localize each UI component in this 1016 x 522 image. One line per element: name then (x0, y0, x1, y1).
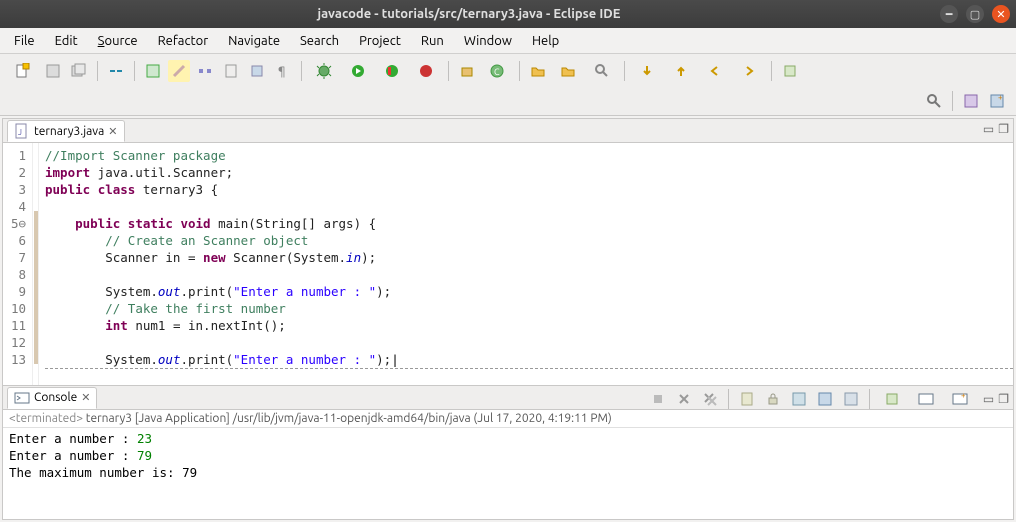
line-number-gutter: 12345⊖678910111213 (3, 143, 33, 385)
main-toolbar: ¶ C + (0, 54, 1016, 116)
console-icon (14, 390, 30, 406)
editor-tab-ternary3[interactable]: J ternary3.java ✕ (7, 120, 125, 142)
menu-source[interactable]: Source (90, 32, 146, 50)
save-all-button[interactable] (68, 60, 90, 82)
code-editor[interactable]: 12345⊖678910111213 //Import Scanner pack… (3, 143, 1013, 385)
prev-annotation-button[interactable] (666, 60, 696, 82)
terminate-button[interactable] (647, 388, 669, 410)
next-annotation-button[interactable] (632, 60, 662, 82)
console-tab-close-icon[interactable]: ✕ (81, 391, 90, 404)
console-terminated-label: <terminated> (9, 412, 83, 425)
run-button[interactable] (343, 60, 373, 82)
console-tab-label: Console (34, 391, 77, 404)
window-titlebar: javacode - tutorials/src/ternary3.java -… (0, 0, 1016, 28)
debug-button[interactable] (309, 60, 339, 82)
pin-editor-button[interactable] (779, 60, 801, 82)
highlight-button[interactable] (168, 60, 190, 82)
open-perspective-button[interactable]: + (986, 90, 1008, 112)
new-class-button[interactable]: C (482, 60, 512, 82)
console-tab[interactable]: Console ✕ (7, 387, 97, 409)
scroll-lock-button[interactable] (762, 388, 784, 410)
code-content[interactable]: //Import Scanner packageimport java.util… (39, 143, 1013, 385)
perspective-java-button[interactable] (960, 90, 982, 112)
menu-refactor[interactable]: Refactor (150, 32, 217, 50)
open-project-button[interactable] (553, 60, 583, 82)
link-editor-button[interactable] (105, 60, 127, 82)
svg-text:J: J (18, 128, 22, 137)
new-button[interactable] (8, 60, 38, 82)
forward-button[interactable] (734, 60, 764, 82)
display-selected-console-button[interactable] (911, 388, 941, 410)
toggle-mark-button[interactable] (220, 60, 242, 82)
close-button[interactable]: ✕ (992, 5, 1010, 23)
show-whitespace-button[interactable]: ¶ (272, 60, 294, 82)
search-dropdown-button[interactable] (587, 60, 617, 82)
svg-text:+: + (998, 93, 1003, 102)
svg-text:+: + (961, 391, 966, 400)
java-file-icon: J (14, 123, 30, 139)
menu-search[interactable]: Search (292, 32, 347, 50)
menu-project[interactable]: Project (351, 32, 409, 50)
maximize-button[interactable]: ▢ (966, 5, 984, 23)
coverage-button[interactable] (377, 60, 407, 82)
back-button[interactable] (700, 60, 730, 82)
block-select-button[interactable] (246, 60, 268, 82)
menu-help[interactable]: Help (524, 32, 567, 50)
open-console-button[interactable]: + (945, 388, 975, 410)
new-package-button[interactable] (456, 60, 478, 82)
clear-console-button[interactable] (736, 388, 758, 410)
console-toolbar: + ▭ ❐ (645, 388, 1009, 410)
save-button[interactable] (42, 60, 64, 82)
window-title: javacode - tutorials/src/ternary3.java -… (6, 7, 932, 21)
pin-console-button[interactable] (877, 388, 907, 410)
minimize-pane-icon[interactable]: ▭ (983, 122, 994, 136)
show-console-on-out-button[interactable] (814, 388, 836, 410)
console-maximize-icon[interactable]: ❐ (998, 392, 1009, 406)
toggle-breadcrumb-button[interactable] (194, 60, 216, 82)
editor-area: J ternary3.java ✕ ▭ ❐ 12345⊖678910111213… (2, 118, 1014, 520)
minimize-button[interactable]: ━ (940, 5, 958, 23)
show-console-on-err-button[interactable] (840, 388, 862, 410)
menu-run[interactable]: Run (413, 32, 452, 50)
open-folder-button[interactable] (527, 60, 549, 82)
console-status-text: ternary3 [Java Application] /usr/lib/jvm… (86, 412, 612, 425)
word-wrap-button[interactable] (788, 388, 810, 410)
console-minimize-icon[interactable]: ▭ (983, 392, 994, 406)
svg-text:¶: ¶ (278, 65, 286, 78)
open-type-button[interactable] (142, 60, 164, 82)
maximize-pane-icon[interactable]: ❐ (998, 122, 1009, 136)
menu-navigate[interactable]: Navigate (220, 32, 288, 50)
console-view: Console ✕ + ▭ ❐ <termin (3, 385, 1013, 519)
console-status-line: <terminated> ternary3 [Java Application]… (3, 410, 1013, 428)
run-last-button[interactable] (411, 60, 441, 82)
editor-tab-label: ternary3.java (34, 125, 104, 138)
menu-bar: File Edit Source Refactor Navigate Searc… (0, 28, 1016, 54)
menu-file[interactable]: File (6, 32, 43, 50)
console-output[interactable]: Enter a number : 23Enter a number : 79Th… (3, 428, 1013, 519)
remove-terminated-button[interactable] (673, 388, 695, 410)
editor-tabstrip: J ternary3.java ✕ ▭ ❐ (3, 119, 1013, 143)
menu-edit[interactable]: Edit (47, 32, 86, 50)
menu-window[interactable]: Window (456, 32, 520, 50)
editor-tab-close-icon[interactable]: ✕ (108, 125, 117, 138)
remove-all-terminated-button[interactable] (699, 388, 721, 410)
svg-text:C: C (494, 67, 500, 77)
quick-access-search-icon[interactable] (923, 90, 945, 112)
console-tabstrip: Console ✕ + ▭ ❐ (3, 386, 1013, 410)
